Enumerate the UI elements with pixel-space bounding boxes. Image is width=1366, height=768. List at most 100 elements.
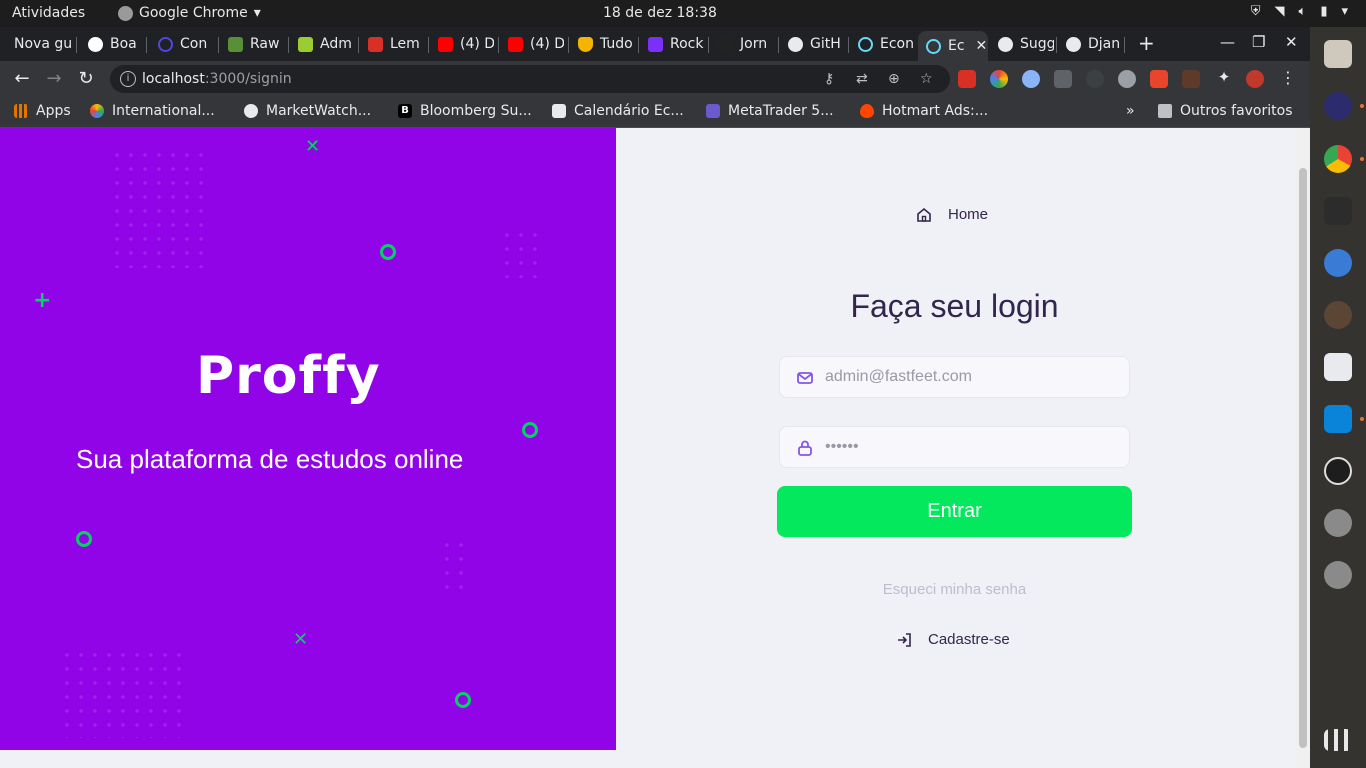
bookmark-star-icon[interactable]: ☆ — [920, 71, 933, 87]
forgot-password-link[interactable]: Esqueci minha senha — [616, 581, 1293, 598]
password-input[interactable] — [825, 427, 1115, 467]
obs-icon[interactable] — [1324, 457, 1352, 485]
globe-icon — [244, 104, 258, 118]
browser-tab[interactable]: Rock — [640, 31, 704, 57]
tab-divider — [358, 37, 359, 53]
scrollbar-thumb[interactable] — [1299, 168, 1307, 748]
tab-favicon — [298, 36, 313, 52]
github-icon — [1066, 36, 1081, 52]
login-button[interactable]: Entrar — [777, 486, 1132, 537]
info-icon[interactable]: i — [120, 71, 136, 87]
key-icon[interactable]: ⚷ — [824, 71, 834, 87]
browser-tab[interactable]: Econ — [850, 31, 914, 57]
forward-button[interactable]: → — [42, 68, 66, 89]
signup-link[interactable]: Cadastre-se — [896, 631, 1010, 648]
app-menu-label: Google Chrome — [139, 5, 248, 21]
browser-tab[interactable]: Raw — [220, 31, 284, 57]
url-host: localhost — [142, 71, 205, 87]
text-editor-icon[interactable] — [1324, 353, 1352, 381]
chevron-right-icon[interactable]: » — [1126, 103, 1135, 119]
browser-tab[interactable]: Jorn — [710, 31, 774, 57]
browser-toolbar: ← → ↻ i localhost:3000/signin ⚷ ⇄ ⊕ ☆ ✦ … — [0, 61, 1310, 97]
disk-icon[interactable] — [1324, 561, 1352, 589]
cross-icon: ✕ — [293, 629, 309, 650]
browser-tab[interactable]: Tudo — [570, 31, 634, 57]
page-scrollbar[interactable] — [1296, 128, 1310, 768]
avatar[interactable] — [1246, 70, 1264, 88]
bookmark-label: Apps — [36, 103, 71, 119]
browser-tab[interactable]: (4) D — [500, 31, 564, 57]
extension-icon[interactable] — [1182, 70, 1200, 88]
bookmark-item[interactable]: International... — [90, 103, 215, 119]
puzzle-icon[interactable]: ✦ — [1212, 68, 1236, 86]
close-icon[interactable]: ✕ — [976, 38, 988, 54]
browser-tab[interactable]: Lem — [360, 31, 424, 57]
email-field[interactable] — [779, 356, 1130, 398]
close-window-button[interactable]: ✕ — [1285, 33, 1298, 51]
tab-divider — [498, 37, 499, 53]
bookmark-label: MetaTrader 5... — [728, 103, 834, 119]
maximize-button[interactable]: ❐ — [1252, 33, 1265, 51]
activities-button[interactable]: Atividades — [12, 5, 85, 21]
minimize-button[interactable]: — — [1220, 33, 1235, 51]
browser-tab[interactable]: Adm — [290, 31, 354, 57]
tab-favicon — [158, 36, 173, 52]
browser-tab[interactable]: (4) D — [430, 31, 494, 57]
zoom-icon[interactable]: ⊕ — [888, 71, 900, 87]
extension-icon[interactable] — [1086, 70, 1104, 88]
app-icon[interactable] — [1324, 249, 1352, 277]
bookmark-item[interactable]: MarketWatch... — [244, 103, 371, 119]
color-picker-icon[interactable] — [990, 70, 1008, 88]
extension-icon[interactable] — [1054, 70, 1072, 88]
tab-divider — [146, 37, 147, 53]
browser-tab[interactable]: Boa — [80, 31, 140, 57]
extension-icon[interactable] — [1150, 70, 1168, 88]
browser-tab[interactable]: Djan — [1058, 31, 1122, 57]
system-tray[interactable]: ⛨ ◥ 🔈︎ ▮ ▾ — [1251, 4, 1348, 19]
bookmark-item[interactable]: MetaTrader 5... — [706, 103, 834, 119]
browser-tab[interactable]: Con — [150, 31, 214, 57]
password-field[interactable] — [779, 426, 1130, 468]
address-bar[interactable]: i localhost:3000/signin ⚷ ⇄ ⊕ ☆ — [110, 65, 950, 93]
new-tab-button[interactable]: + — [1138, 31, 1155, 55]
clock[interactable]: 18 de dez 18:38 — [603, 5, 717, 21]
tab-title: Adm — [320, 36, 352, 52]
home-link[interactable]: Home — [916, 206, 988, 223]
url-text[interactable]: localhost:3000/signin — [142, 71, 292, 87]
browser-tab[interactable]: Nova gu — [6, 31, 72, 57]
bookmark-item[interactable]: B Bloomberg Su... — [398, 103, 532, 119]
app-icon[interactable] — [1324, 92, 1352, 120]
app-menu[interactable]: Google Chrome ▾ — [118, 5, 261, 21]
reload-button[interactable]: ↻ — [74, 68, 98, 89]
translate-icon[interactable]: ⇄ — [856, 71, 868, 87]
login-form-area: Home Faça seu login Entrar Esqueci minha… — [616, 128, 1296, 768]
bookmark-apps[interactable]: Apps — [14, 103, 71, 119]
disk-icon[interactable] — [1324, 509, 1352, 537]
app-icon[interactable] — [1324, 301, 1352, 329]
bookmark-other-folder[interactable]: Outros favoritos — [1158, 103, 1293, 119]
plus-icon: + — [33, 288, 52, 313]
tab-title: Lem — [390, 36, 420, 52]
vscode-icon[interactable] — [1324, 405, 1352, 433]
tab-title: Nova gu — [14, 36, 72, 52]
files-icon[interactable] — [1324, 40, 1352, 68]
email-input[interactable] — [825, 357, 1115, 397]
menu-icon[interactable]: ⋮ — [1276, 68, 1300, 87]
back-button[interactable]: ← — [10, 68, 34, 89]
page-viewport: ✕ + ✕ Proffy Sua plataforma de estudos o… — [0, 128, 1310, 768]
bookmark-item[interactable]: Calendário Ec... — [552, 103, 684, 119]
tab-divider — [428, 37, 429, 53]
chrome-icon[interactable] — [1324, 145, 1352, 173]
extension-icon[interactable] — [1022, 70, 1040, 88]
bookmark-item[interactable]: Hotmart Ads:... — [860, 103, 988, 119]
running-indicator — [1360, 417, 1364, 421]
show-apps-icon[interactable] — [1324, 729, 1352, 751]
terminal-icon[interactable] — [1324, 197, 1352, 225]
bookmark-label: Calendário Ec... — [574, 103, 684, 119]
extension-icon[interactable] — [958, 70, 976, 88]
browser-tab[interactable]: GitH — [780, 31, 844, 57]
browser-tab-active[interactable]: Ec ✕ — [918, 31, 988, 61]
browser-tab[interactable]: Sugg — [990, 31, 1054, 57]
cross-icon: ✕ — [305, 136, 321, 157]
extension-icon[interactable] — [1118, 70, 1136, 88]
